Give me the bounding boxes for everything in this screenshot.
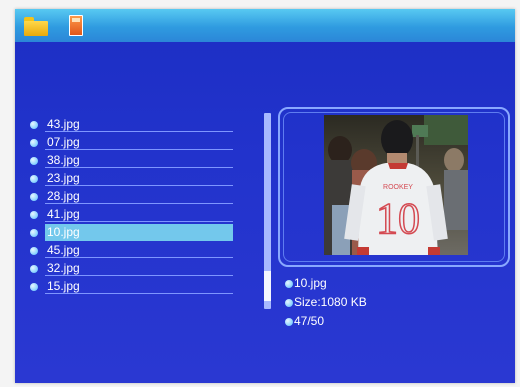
file-name: 28.jpg (45, 189, 233, 204)
scrollbar[interactable] (264, 113, 271, 309)
list-item[interactable]: 45.jpg (25, 242, 235, 260)
top-bar (15, 9, 515, 42)
bullet-icon (285, 318, 293, 326)
list-item[interactable]: 43.jpg (25, 116, 235, 134)
folder-body (24, 21, 48, 36)
bullet-icon (30, 229, 38, 237)
bullet-icon (30, 211, 38, 219)
list-item[interactable]: 23.jpg (25, 170, 235, 188)
folder-icon[interactable] (24, 17, 48, 36)
bullet-icon (30, 139, 38, 147)
media-browser-screen: 43.jpg 07.jpg 38.jpg 23.jpg 28.jpg 41.jp… (15, 9, 515, 383)
list-item[interactable]: 07.jpg (25, 134, 235, 152)
info-size: Size:1080 KB (294, 295, 367, 309)
bullet-icon (30, 157, 38, 165)
file-name: 43.jpg (45, 117, 233, 132)
list-item[interactable]: 15.jpg (25, 278, 235, 296)
file-name: 45.jpg (45, 243, 233, 258)
list-item[interactable]: 28.jpg (25, 188, 235, 206)
list-item[interactable]: 41.jpg (25, 206, 235, 224)
info-filename: 10.jpg (294, 276, 327, 290)
bullet-icon (30, 247, 38, 255)
bullet-icon (30, 193, 38, 201)
photo-image: ROOKEY 10 (324, 115, 468, 255)
bullet-icon (285, 280, 293, 288)
shirt-number: 10 (376, 194, 420, 243)
bullet-icon (30, 283, 38, 291)
file-name: 41.jpg (45, 207, 233, 222)
list-item[interactable]: 38.jpg (25, 152, 235, 170)
scroll-thumb[interactable] (264, 271, 271, 301)
bullet-icon (285, 299, 293, 307)
bullet-icon (30, 121, 38, 129)
memory-card-icon[interactable] (69, 15, 83, 36)
file-name: 23.jpg (45, 171, 233, 186)
file-name: 07.jpg (45, 135, 233, 150)
list-item[interactable]: 32.jpg (25, 260, 235, 278)
file-name: 32.jpg (45, 261, 233, 276)
list-item-selected[interactable]: 10.jpg (25, 224, 235, 242)
file-name: 15.jpg (45, 279, 233, 294)
bullet-icon (30, 175, 38, 183)
shirt-text: ROOKEY (383, 184, 413, 191)
bullet-icon (30, 265, 38, 273)
file-list: 43.jpg 07.jpg 38.jpg 23.jpg 28.jpg 41.jp… (25, 116, 235, 296)
file-name: 10.jpg (45, 224, 233, 241)
info-position: 47/50 (294, 314, 325, 328)
photo-preview: ROOKEY 10 (324, 115, 468, 255)
file-name: 38.jpg (45, 153, 233, 168)
